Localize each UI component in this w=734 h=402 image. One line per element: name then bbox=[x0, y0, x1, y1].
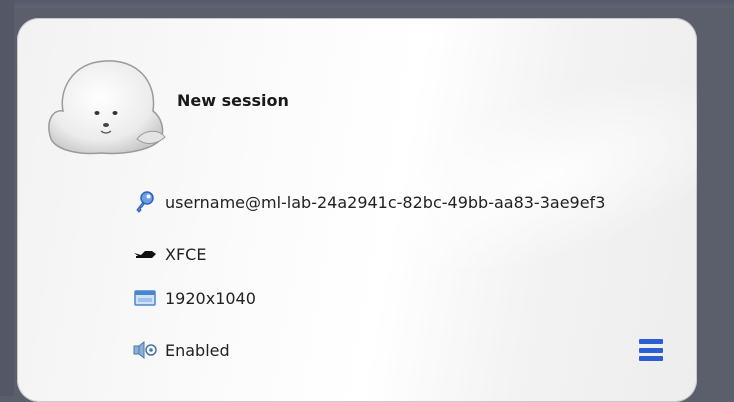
xfce-mouse-icon bbox=[131, 242, 159, 266]
menu-bar bbox=[639, 339, 663, 344]
speaker-icon bbox=[131, 338, 159, 362]
menu-bar bbox=[639, 347, 663, 353]
user-text: username@ml-lab-24a2941c-82bc-49bb-aa83-… bbox=[165, 192, 606, 212]
resolution-row: 1920x1040 bbox=[131, 286, 256, 310]
session-title: New session bbox=[177, 91, 289, 110]
top-strip bbox=[0, 0, 734, 8]
sound-row: Enabled bbox=[131, 338, 230, 362]
sound-text: Enabled bbox=[165, 340, 230, 360]
display-icon bbox=[131, 286, 159, 310]
menu-bar bbox=[639, 356, 663, 361]
key-icon bbox=[131, 190, 159, 214]
user-row: username@ml-lab-24a2941c-82bc-49bb-aa83-… bbox=[131, 190, 605, 214]
seal-avatar-icon bbox=[48, 60, 166, 155]
resolution-text: 1920x1040 bbox=[165, 288, 256, 308]
desktop-row: XFCE bbox=[131, 242, 206, 266]
session-card[interactable]: New session username@ml-lab-24a2941c-82b… bbox=[17, 18, 697, 402]
desktop-text: XFCE bbox=[165, 244, 207, 264]
window-left-edge bbox=[0, 0, 14, 396]
hamburger-menu-icon[interactable] bbox=[639, 339, 663, 361]
